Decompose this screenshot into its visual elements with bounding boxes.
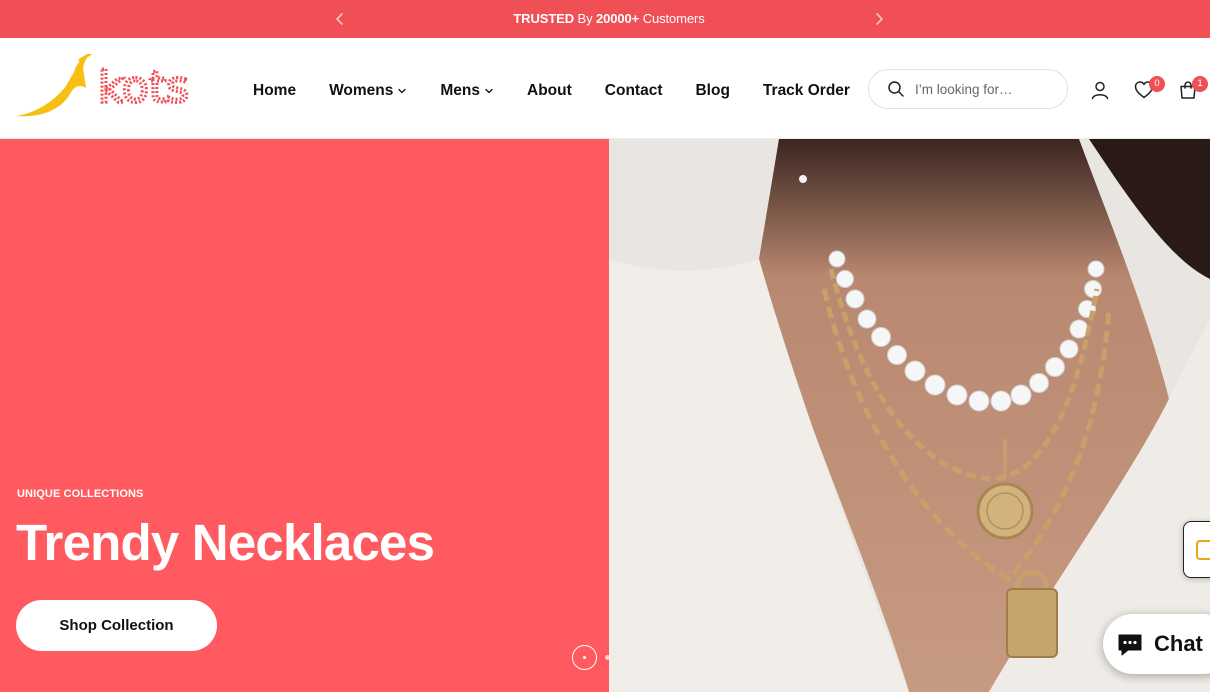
- nav-about[interactable]: About: [527, 82, 572, 100]
- brand-logo[interactable]: kots: [14, 52, 204, 120]
- announcement-next-button[interactable]: [869, 9, 889, 29]
- gift-icon: [1196, 540, 1210, 560]
- shop-collection-button[interactable]: Shop Collection: [16, 600, 217, 651]
- announcement-text: TRUSTED By 20000+ Customers: [0, 11, 1210, 26]
- announcement-by: By: [574, 11, 597, 26]
- user-icon: [1091, 81, 1109, 100]
- announcement-count: 20000+: [596, 11, 640, 26]
- nav-about-label: About: [527, 82, 572, 99]
- account-button[interactable]: [1089, 79, 1111, 101]
- kots-logo-image: kots: [16, 52, 191, 117]
- chat-button[interactable]: Chat: [1103, 614, 1210, 674]
- nav-womens-label: Womens: [329, 82, 394, 99]
- nav-track-order[interactable]: Track Order: [763, 82, 850, 100]
- cart-count-badge: 1: [1192, 76, 1208, 92]
- hero-title: Trendy Necklaces: [16, 514, 435, 571]
- wishlist-count-badge: 0: [1149, 76, 1165, 92]
- nav-contact-label: Contact: [604, 82, 663, 99]
- search-icon[interactable]: [887, 80, 905, 98]
- svg-text:kots: kots: [98, 62, 189, 113]
- search-box[interactable]: [868, 69, 1068, 109]
- chat-bubble-icon: [1115, 629, 1145, 659]
- side-rewards-tab[interactable]: [1183, 521, 1210, 578]
- nav-mens-label: Mens: [440, 82, 481, 99]
- necklace-model-image: [609, 139, 1210, 692]
- chevron-down-icon: [484, 86, 494, 96]
- chat-label: Chat: [1154, 631, 1203, 656]
- search-input[interactable]: [915, 81, 1065, 97]
- main-nav: Home Womens Mens About Contact Blog Trac…: [253, 81, 850, 101]
- hero-image: [609, 139, 1210, 692]
- announcement-bar: TRUSTED By 20000+ Customers: [0, 0, 1210, 38]
- nav-blog[interactable]: Blog: [695, 82, 729, 100]
- slide-dot[interactable]: [605, 655, 610, 660]
- chevron-right-icon: [876, 13, 883, 25]
- nav-home[interactable]: Home: [253, 82, 296, 100]
- nav-blog-label: Blog: [695, 82, 730, 99]
- site-header: kots Home Womens Mens About Contact Blog…: [0, 38, 1210, 139]
- nav-contact[interactable]: Contact: [605, 82, 663, 100]
- nav-track-order-label: Track Order: [762, 82, 850, 99]
- hero-eyebrow: UNIQUE COLLECTIONS: [17, 488, 144, 500]
- announcement-customers: Customers: [639, 11, 705, 26]
- announcement-trusted: TRUSTED: [513, 11, 575, 26]
- nav-home-label: Home: [253, 82, 297, 99]
- chevron-down-icon: [397, 86, 407, 96]
- nav-mens[interactable]: Mens: [440, 82, 494, 100]
- nav-womens[interactable]: Womens: [329, 82, 407, 100]
- slide-dot-active[interactable]: [572, 645, 597, 670]
